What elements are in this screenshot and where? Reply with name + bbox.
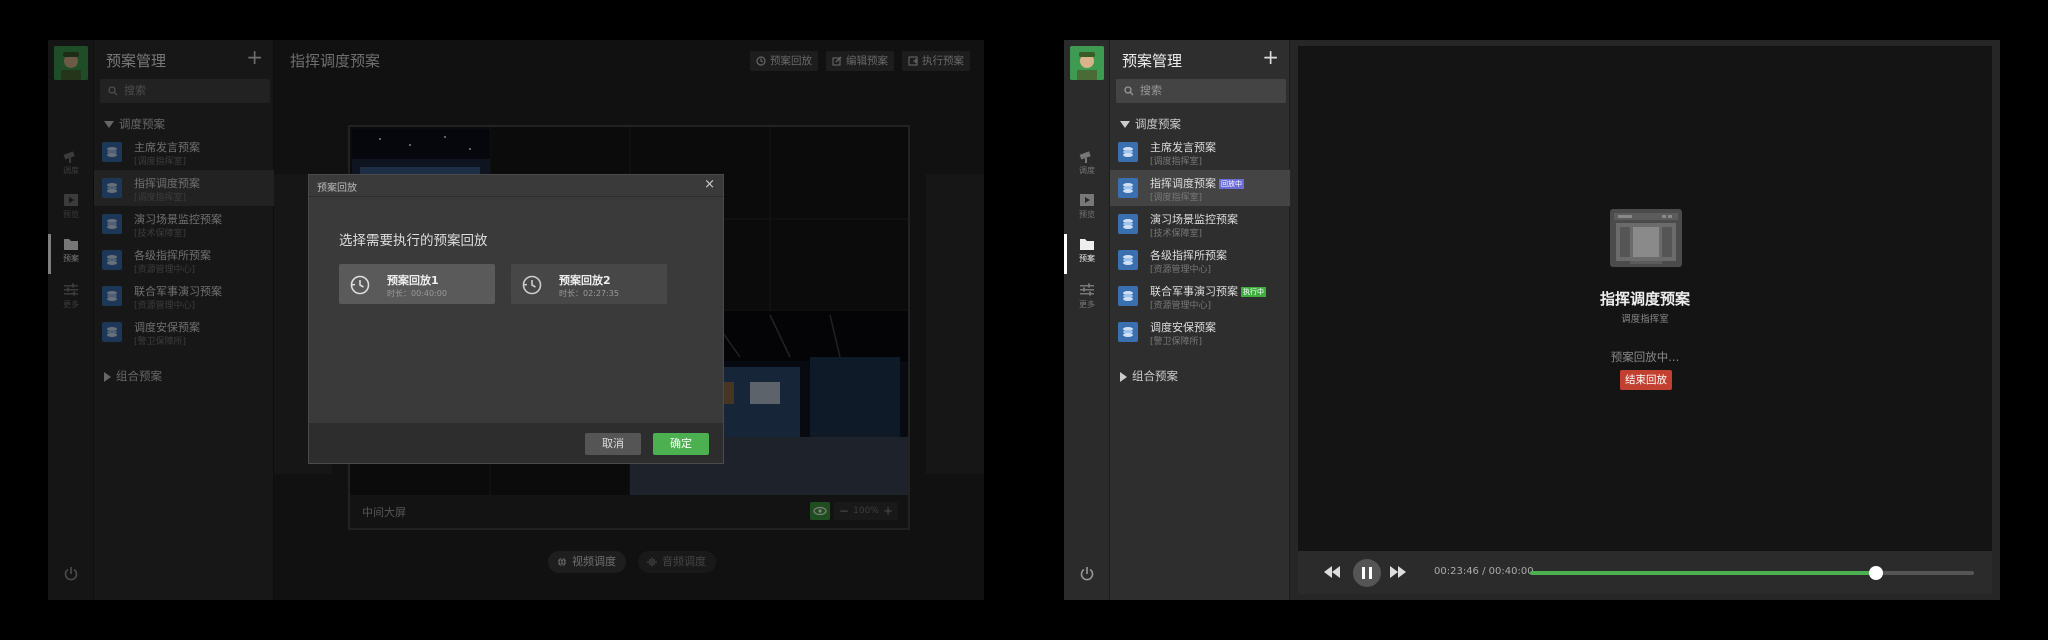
- close-icon[interactable]: ×: [704, 177, 715, 192]
- nav-item-dispatch[interactable]: 调度: [1064, 146, 1110, 186]
- plan-name: 调度安保预案: [1150, 321, 1216, 334]
- plan-management-window-edit: 调度 预览 预案 更多 预案管理 + 搜索 调度预案 主席发言预案 [调度指挥室…: [48, 40, 984, 600]
- plan-name: 主席发言预案: [1150, 141, 1216, 154]
- search-icon: [1124, 86, 1134, 96]
- stack-icon: [1118, 250, 1138, 270]
- plan-location: [资源管理中心]: [1150, 301, 1212, 311]
- plan-location: [资源管理中心]: [1150, 265, 1212, 275]
- confirm-button[interactable]: 确定: [653, 433, 709, 455]
- nav-item-plans[interactable]: 预案: [1064, 234, 1110, 274]
- search-placeholder: 搜索: [1140, 84, 1162, 97]
- nav-label: 预览: [1079, 210, 1095, 219]
- rewind-icon[interactable]: [1324, 566, 1340, 578]
- plan-name-row: 联合军事演习预案 执行中: [1150, 283, 1266, 299]
- dialog-header: 预案回放 ×: [309, 175, 723, 197]
- nav-rail: 调度 预览 预案 更多: [1064, 40, 1110, 600]
- stack-icon: [1118, 178, 1138, 198]
- progress-track[interactable]: [1530, 566, 1974, 580]
- nav-label: 预案: [1079, 254, 1095, 263]
- playback-controls: 00:23:46 / 00:40:00: [1298, 551, 1992, 594]
- playback-select-dialog: 预案回放 × 选择需要执行的预案回放 预案回放1 时长：00:40:00 预案回…: [308, 174, 724, 464]
- plan-location: [警卫保障所]: [1150, 337, 1203, 347]
- folder-icon: [1080, 239, 1094, 250]
- add-plan-button[interactable]: +: [1262, 45, 1279, 69]
- playback-option-2[interactable]: 预案回放2 时长：02:27:35: [511, 264, 667, 304]
- plan-name-row: 指挥调度预案 回放中: [1150, 175, 1244, 191]
- group-dispatch-plans[interactable]: 调度预案: [1120, 116, 1181, 132]
- power-button[interactable]: [1079, 566, 1095, 586]
- play-icon: [1080, 194, 1094, 206]
- stack-icon: [1118, 142, 1138, 162]
- plan-sidebar: 预案管理 + 搜索 调度预案 主席发言预案 [调度指挥室] 指挥调度预案 回放中 …: [1110, 40, 1290, 600]
- option-name: 预案回放1: [387, 274, 439, 287]
- pause-button[interactable]: [1353, 559, 1381, 587]
- progress-handle[interactable]: [1869, 566, 1884, 580]
- group-label: 组合预案: [1132, 369, 1178, 383]
- plan-name: 各级指挥所预案: [1150, 249, 1227, 262]
- chevron-right-icon: [1120, 371, 1127, 382]
- plan-location: [技术保障室]: [1150, 229, 1203, 239]
- plan-item[interactable]: 主席发言预案 [调度指挥室]: [1110, 134, 1290, 170]
- playback-plan-room: 调度指挥室: [1621, 314, 1669, 325]
- playback-viewport: 指挥调度预案 调度指挥室 预案回放中... 结束回放: [1298, 46, 1992, 551]
- stack-icon: [1118, 286, 1138, 306]
- plan-name: 演习场景监控预案: [1150, 213, 1238, 226]
- plan-item-selected[interactable]: 指挥调度预案 回放中 [调度指挥室]: [1110, 170, 1290, 206]
- plan-name: 指挥调度预案: [1150, 177, 1216, 190]
- group-label: 调度预案: [1135, 117, 1181, 131]
- progress-fill: [1530, 571, 1877, 575]
- stack-icon: [1118, 322, 1138, 342]
- nav-label: 调度: [1079, 166, 1095, 175]
- plan-item[interactable]: 联合军事演习预案 执行中 [资源管理中心]: [1110, 278, 1290, 314]
- stack-icon: [1118, 214, 1138, 234]
- sliders-icon: [1080, 283, 1094, 296]
- nav-item-more[interactable]: 更多: [1064, 280, 1110, 320]
- option-duration: 时长：02:27:35: [559, 289, 619, 298]
- plan-management-window-playback: 调度 预览 预案 更多 预案管理 + 搜索 调度预案 主席发言预案 [调度指挥室…: [1064, 40, 2000, 600]
- history-icon: [350, 275, 370, 295]
- plan-item[interactable]: 演习场景监控预案 [技术保障室]: [1110, 206, 1290, 242]
- playback-main: 指挥调度预案 调度指挥室 预案回放中... 结束回放 00:23:46 / 00…: [1298, 46, 1992, 594]
- power-icon: [1080, 567, 1094, 581]
- pause-icon: [1362, 567, 1372, 579]
- group-combined-plans[interactable]: 组合预案: [1120, 368, 1178, 384]
- playback-plan-title: 指挥调度预案: [1599, 290, 1690, 308]
- nav-label: 更多: [1079, 300, 1095, 309]
- plan-location: [调度指挥室]: [1150, 193, 1203, 203]
- end-playback-button[interactable]: 结束回放: [1620, 370, 1672, 390]
- dialog-footer: 取消 确定: [309, 423, 723, 463]
- plan-location: [调度指挥室]: [1150, 157, 1203, 167]
- status-badge-playing: 回放中: [1219, 179, 1244, 189]
- nav-item-preview[interactable]: 预览: [1064, 190, 1110, 230]
- option-duration: 时长：00:40:00: [387, 289, 447, 298]
- option-name: 预案回放2: [559, 274, 611, 287]
- playback-option-1[interactable]: 预案回放1 时长：00:40:00: [339, 264, 495, 304]
- camera-icon: [1079, 151, 1091, 163]
- search-input[interactable]: 搜索: [1116, 79, 1286, 103]
- monitor-wall-icon: [1610, 209, 1682, 267]
- playback-time: 00:23:46 / 00:40:00: [1434, 566, 1534, 577]
- status-badge-running: 执行中: [1241, 287, 1266, 297]
- chevron-down-icon: [1120, 121, 1130, 128]
- avatar[interactable]: [1070, 46, 1104, 80]
- dialog-question: 选择需要执行的预案回放: [339, 233, 488, 249]
- plan-name: 联合军事演习预案: [1150, 285, 1238, 298]
- plan-item[interactable]: 调度安保预案 [警卫保障所]: [1110, 314, 1290, 350]
- dialog-title: 预案回放: [317, 183, 357, 194]
- history-icon: [522, 275, 542, 295]
- sidebar-title: 预案管理: [1122, 52, 1183, 70]
- plan-item[interactable]: 各级指挥所预案 [资源管理中心]: [1110, 242, 1290, 278]
- playback-status: 预案回放中...: [1610, 350, 1680, 364]
- fast-forward-icon[interactable]: [1390, 566, 1406, 578]
- cancel-button[interactable]: 取消: [585, 433, 641, 455]
